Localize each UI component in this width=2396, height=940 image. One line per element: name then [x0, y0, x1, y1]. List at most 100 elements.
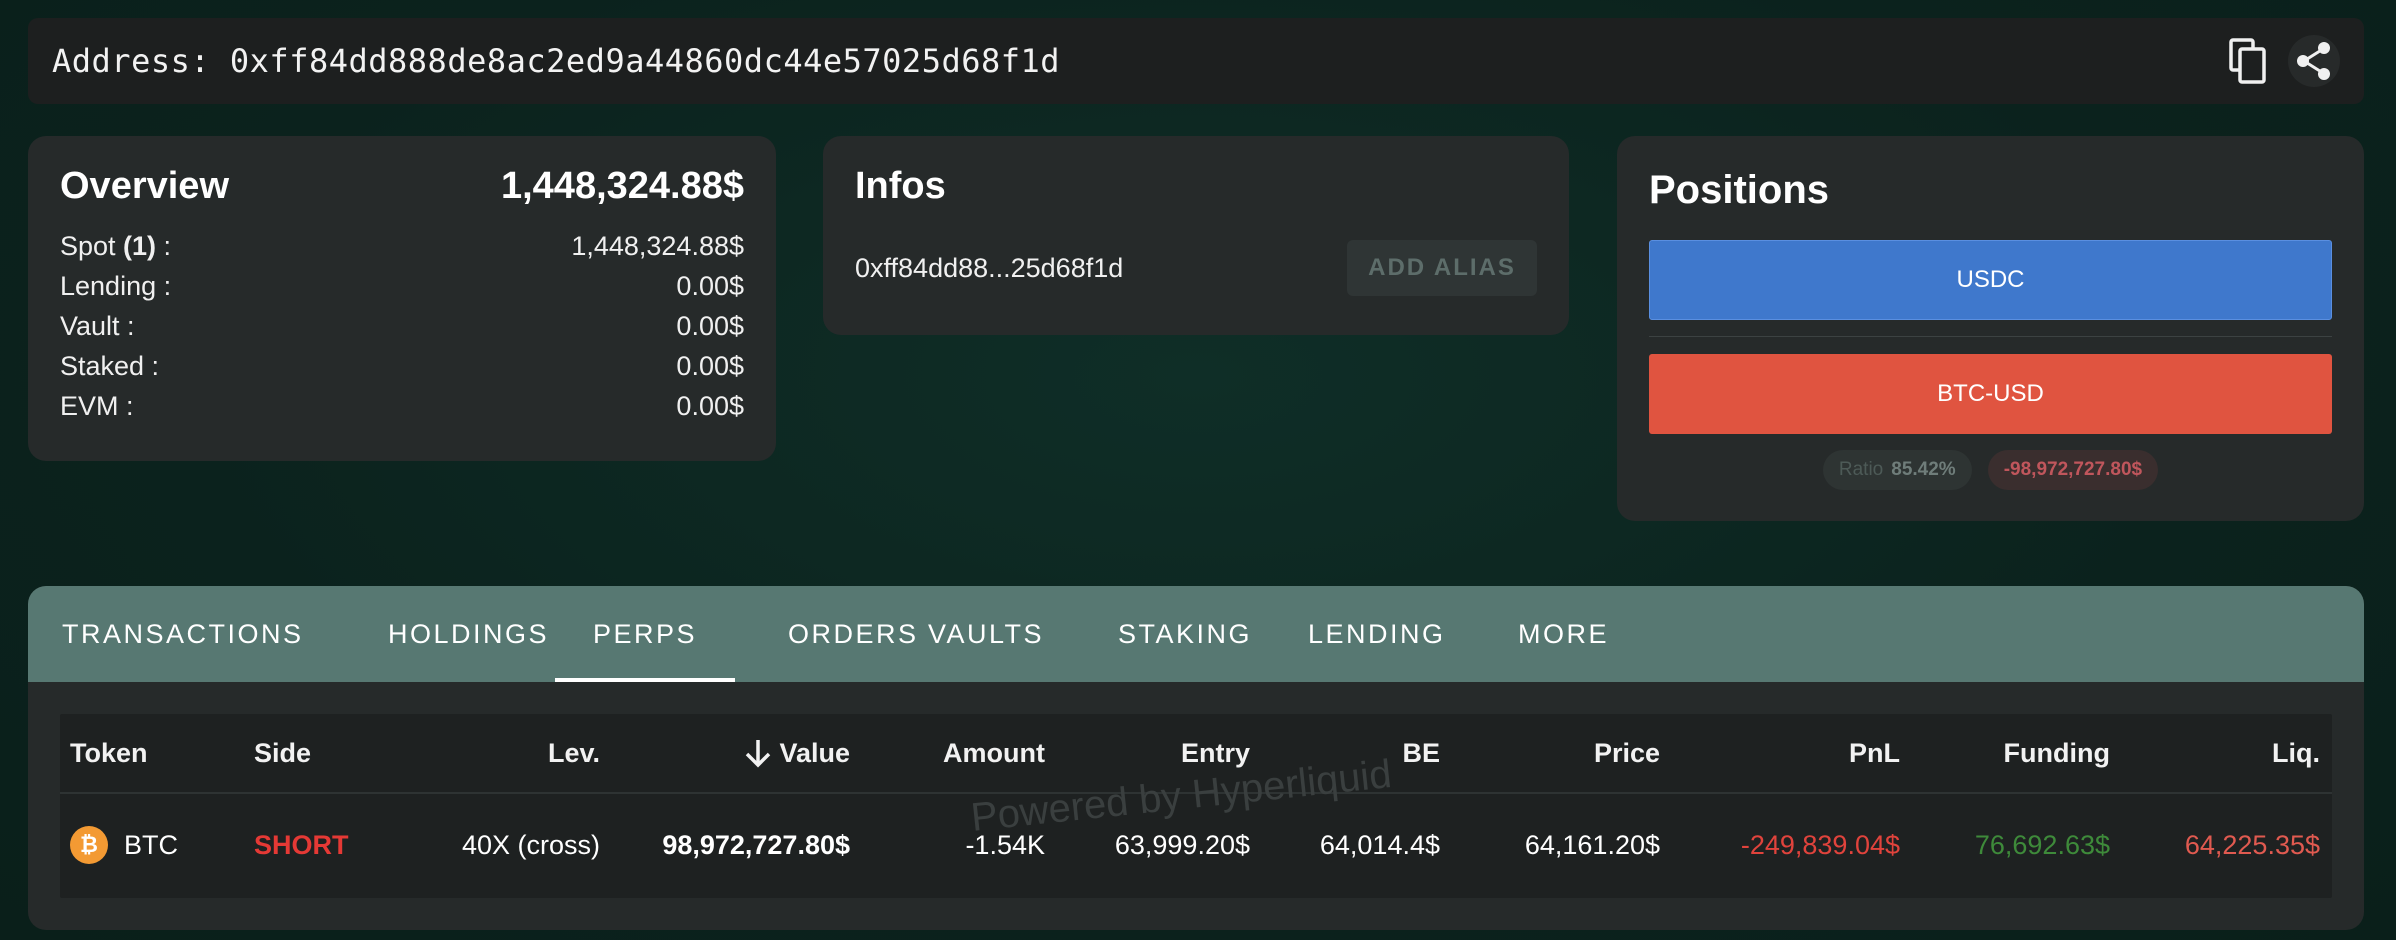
cell-lev-text: 40X (cross) [461, 829, 600, 860]
overview-row-label: Staked : [60, 351, 159, 382]
column-header-label: BE [1402, 737, 1440, 768]
cell-funding: 76,692.63$ [1910, 794, 2110, 896]
overview-row-value: 0.00$ [676, 350, 744, 381]
cell-amount: -1.54K [860, 794, 1045, 896]
overview-row: Spot (1) : 1,448,324.88$ [60, 226, 744, 266]
overview-row: Staked : 0.00$ [60, 346, 744, 386]
cell-value: 98,972,727.80$ [620, 794, 850, 896]
column-header-value[interactable]: Value [620, 714, 850, 792]
overview-row-value: 0.00$ [676, 270, 744, 301]
overview-row-label: Lending : [60, 271, 171, 302]
column-header-price[interactable]: Price [1460, 714, 1660, 792]
table-header: Token Side Lev. Value Amount Entry BE Price PnL F… [60, 714, 2332, 794]
cell-liq-text: 64,225.35$ [2184, 829, 2320, 860]
column-header-label: Funding [2003, 737, 2110, 768]
tab-staking[interactable]: STAKING [1118, 586, 1252, 682]
tab-more[interactable]: MORE [1518, 586, 1609, 682]
position-bar-usdc[interactable]: USDC [1649, 240, 2332, 320]
position-bar-btc-usd[interactable]: BTC-USD [1649, 354, 2332, 434]
overview-row: EVM : 0.00$ [60, 386, 744, 426]
column-header-side[interactable]: Side [254, 714, 394, 792]
column-header-label: Price [1593, 737, 1660, 768]
address-text: Address: 0xff84dd888de8ac2ed9a44860dc44e… [52, 42, 1060, 80]
overview-row-label: Vault : [60, 311, 135, 342]
overview-title: Overview [60, 164, 229, 207]
infos-card: Infos 0xff84dd88...25d68f1d ADD ALIAS [823, 136, 1569, 335]
column-header-funding[interactable]: Funding [1910, 714, 2110, 792]
column-header-label: Entry [1180, 737, 1250, 768]
overview-row-label: Spot (1) : [60, 231, 171, 262]
tab-perps[interactable]: PERPS [555, 586, 735, 682]
tabs-panel: TRANSACTIONS HOLDINGS PERPS ORDERS VAULTS STA… [28, 586, 2364, 930]
column-header-label: Side [254, 737, 312, 768]
ratio-badge: Ratio 85.42% [1822, 450, 1972, 490]
copy-icon [2229, 38, 2266, 84]
ratio-label: Ratio [1838, 459, 1884, 480]
column-header-label: Value [779, 737, 850, 768]
column-header-label: PnL [1849, 737, 1900, 768]
column-header-liq[interactable]: Liq. [2120, 714, 2320, 792]
column-header-amount[interactable]: Amount [860, 714, 1045, 792]
cell-price-text: 64,161.20$ [1524, 829, 1660, 860]
overview-row-label-text: Vault : [60, 310, 135, 341]
column-header-label: Liq. [2272, 737, 2320, 768]
tab-transactions[interactable]: TRANSACTIONS [62, 586, 304, 682]
cell-pnl: -249,839.04$ [1670, 794, 1900, 896]
cell-amount-text: -1.54K [965, 829, 1045, 860]
overview-row: Vault : 0.00$ [60, 306, 744, 346]
overview-row-label-text: Lending : [60, 270, 172, 301]
cell-funding-text: 76,692.63$ [1974, 829, 2110, 860]
cell-liq: 64,225.35$ [2120, 794, 2320, 896]
net-value-badge: -98,972,727.80$ [1987, 450, 2159, 490]
cell-lev: 40X (cross) [400, 794, 600, 896]
cell-be: 64,014.4$ [1260, 794, 1440, 896]
address-label: Address: [52, 42, 211, 80]
cell-side-text: SHORT [254, 829, 349, 860]
positions-title: Positions [1649, 167, 1830, 212]
share-button[interactable] [2288, 35, 2340, 87]
address-bar: Address: 0xff84dd888de8ac2ed9a44860dc44e… [28, 18, 2364, 104]
column-header-token[interactable]: Token [70, 714, 230, 792]
cell-token: ₿ BTC [70, 794, 230, 896]
perps-table: Token Side Lev. Value Amount Entry BE Price PnL F… [60, 714, 2332, 898]
overview-row-value: 0.00$ [676, 310, 744, 341]
tab-lending[interactable]: LENDING [1308, 586, 1446, 682]
copy-address-button[interactable] [2222, 35, 2274, 87]
column-header-be[interactable]: BE [1260, 714, 1440, 792]
overview-row-count: (1) [123, 230, 157, 261]
cell-value-text: 98,972,727.80$ [662, 829, 850, 860]
cell-be-text: 64,014.4$ [1319, 829, 1440, 860]
overview-total: 1,448,324.88$ [500, 164, 744, 207]
cell-token-text: BTC [124, 829, 178, 860]
cell-price: 64,161.20$ [1460, 794, 1660, 896]
cell-entry-text: 63,999.20$ [1114, 829, 1250, 860]
overview-row-value: 1,448,324.88$ [571, 230, 744, 261]
infos-title: Infos [855, 164, 946, 207]
share-icon [2297, 42, 2330, 80]
overview-row-label-text: EVM : [60, 390, 134, 421]
column-header-lev[interactable]: Lev. [400, 714, 600, 792]
cell-entry: 63,999.20$ [1060, 794, 1250, 896]
overview-rows: Spot (1) :1,448,324.88$ Lending :0.00$ Vau… [60, 226, 744, 426]
overview-row-label-suffix: : [156, 230, 172, 261]
bitcoin-icon: ₿ [70, 826, 108, 864]
tab-holdings[interactable]: HOLDINGS [388, 586, 549, 682]
tab-vaults[interactable]: VAULTS [928, 586, 1044, 682]
table-row[interactable]: ₿ BTC SHORT 40X (cross) 98,972,727.80$ -1.54K… [60, 794, 2332, 896]
column-header-entry[interactable]: Entry [1060, 714, 1250, 792]
overview-row-label-text: Staked : [60, 350, 160, 381]
overview-row-value: 0.00$ [676, 390, 744, 421]
tabs-bar: TRANSACTIONS HOLDINGS PERPS ORDERS VAULTS STA… [28, 586, 2364, 682]
column-header-pnl[interactable]: PnL [1670, 714, 1900, 792]
short-address: 0xff84dd88...25d68f1d [855, 252, 1124, 283]
overview-card: Overview 1,448,324.88$ Spot (1) : 1,448,3… [28, 136, 776, 461]
column-header-label: Amount [943, 737, 1045, 768]
ratio-value: 85.42% [1891, 459, 1956, 480]
column-header-label: Token [70, 737, 148, 768]
cell-pnl-text: -249,839.04$ [1740, 829, 1900, 860]
cell-side: SHORT [254, 794, 394, 896]
add-alias-button[interactable]: ADD ALIAS [1347, 240, 1537, 296]
column-header-label: Lev. [547, 737, 600, 768]
positions-card: Positions USDC BTC-USD Ratio 85.42% -98,… [1617, 136, 2364, 521]
tab-orders[interactable]: ORDERS [788, 586, 919, 682]
